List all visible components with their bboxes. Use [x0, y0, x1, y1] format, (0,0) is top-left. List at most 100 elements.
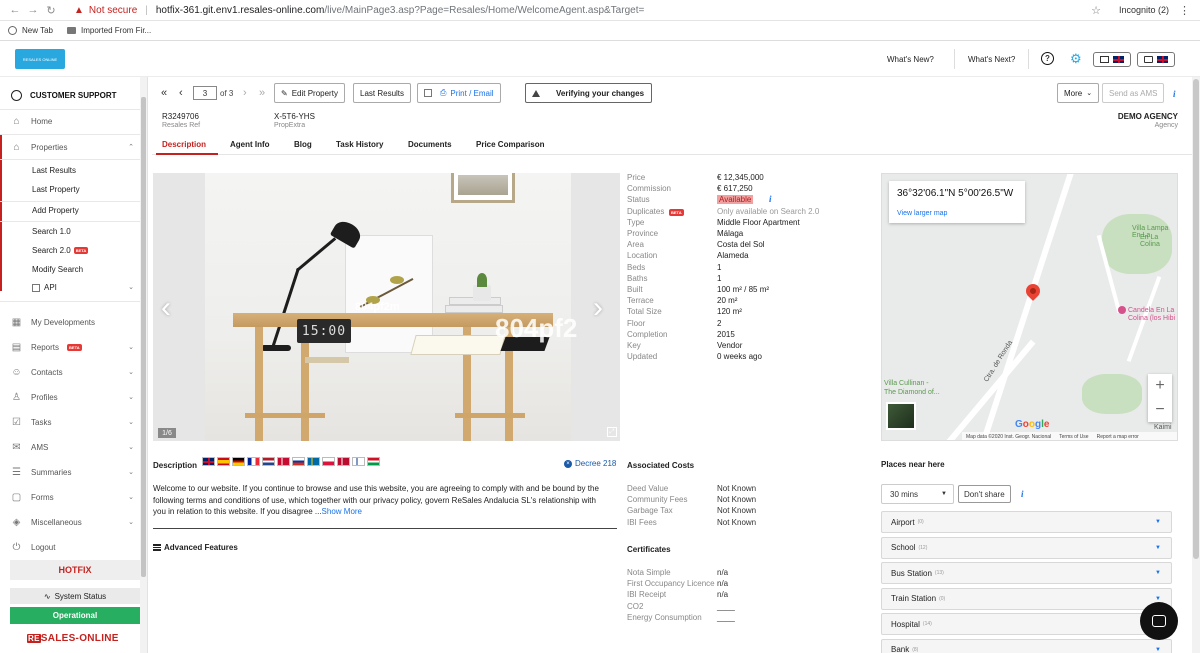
sidebar-sub-api[interactable]: API ⌄	[0, 283, 140, 292]
customer-support[interactable]: CUSTOMER SUPPORT	[11, 90, 117, 101]
sidebar-item-tasks[interactable]: ☑ Tasks ⌄	[0, 417, 140, 428]
location-map[interactable]: 36°32'06.1"N 5°00'26.5"W View larger map…	[881, 173, 1178, 441]
sidebar-item-properties[interactable]: ⌂ Properties ⌃	[0, 142, 140, 153]
more-dropdown[interactable]: More ⌄	[1057, 83, 1100, 103]
flag-ru-icon[interactable]	[292, 457, 305, 466]
first-page-icon[interactable]: «	[161, 87, 167, 99]
sidebar-item-ams[interactable]: ✉ AMS ⌄	[0, 442, 140, 453]
help-icon[interactable]: ?	[1041, 52, 1054, 65]
place-item[interactable]: Train Station (0) ▼	[881, 587, 1172, 610]
gallery-prev-icon[interactable]: ‹	[161, 291, 171, 325]
minutes-select[interactable]: 30 mins ▼	[881, 484, 954, 504]
reload-icon[interactable]: ↻	[44, 3, 58, 17]
flag-fr-icon[interactable]	[247, 457, 260, 466]
photo-gallery[interactable]: 15:00 804pf2m 804pf2 ‹ › 1/6 ⤢	[153, 173, 620, 441]
sidebar-item-home[interactable]: ⌂ Home	[0, 116, 140, 127]
sidebar-item-miscellaneous[interactable]: ◈ Miscellaneous ⌄	[0, 517, 140, 528]
incognito-label[interactable]: Incognito (2)	[1119, 5, 1169, 15]
sidebar-sub-search-1[interactable]: Search 1.0	[0, 227, 140, 236]
flag-se-icon[interactable]	[307, 457, 320, 466]
sidebar-item-contacts[interactable]: ☺ Contacts ⌄	[0, 367, 140, 378]
tab-task-history[interactable]: Task History	[336, 140, 383, 149]
expand-icon[interactable]: ⤢	[607, 427, 617, 437]
site-language-button[interactable]	[1093, 52, 1131, 67]
place-item[interactable]: Bus Station (13) ▼	[881, 562, 1172, 584]
sidebar-item-profiles[interactable]: ♙ Profiles ⌄	[0, 392, 140, 403]
flag-pl-icon[interactable]	[322, 457, 335, 466]
sidebar-item-reports[interactable]: ▤ Reports BETA ⌄	[0, 342, 140, 353]
sidebar-sub-search-2[interactable]: Search 2.0 BETA	[0, 246, 140, 255]
flag-dk-icon[interactable]	[277, 457, 290, 466]
browser-menu-icon[interactable]: ⋮	[1179, 4, 1190, 17]
map-report-link[interactable]: Report a map error	[1097, 434, 1139, 440]
flag-fi-icon[interactable]	[352, 457, 365, 466]
detail-value: 0 weeks ago	[717, 352, 762, 362]
whats-new-link[interactable]: What's New?	[887, 55, 934, 64]
place-item[interactable]: Hospital(14)▼	[881, 613, 1172, 635]
verifying-changes-button[interactable]: Verifying your changes	[525, 83, 652, 103]
last-page-icon[interactable]: »	[259, 87, 265, 99]
flag-es-icon[interactable]	[217, 457, 230, 466]
decree-218-link[interactable]: × Decree 218	[564, 459, 616, 468]
back-icon[interactable]: ←	[8, 3, 22, 17]
tab-blog[interactable]: Blog	[294, 140, 312, 149]
prev-page-icon[interactable]: ‹	[179, 87, 183, 99]
sidebar-sub-last-results[interactable]: Last Results	[0, 166, 140, 175]
sidebar-item-my-developments[interactable]: ▦ My Developments	[0, 317, 140, 328]
page-number-input[interactable]: 3	[193, 86, 217, 100]
satellite-toggle[interactable]	[886, 402, 916, 430]
forward-icon[interactable]: →	[26, 3, 40, 17]
property-photo[interactable]: 15:00 804pf2m 804pf2	[205, 173, 577, 441]
tab-price-comparison[interactable]: Price Comparison	[476, 140, 544, 149]
flag-other-icon[interactable]	[367, 457, 380, 466]
chevron-down-icon: ⌄	[128, 444, 134, 451]
flag-nl-icon[interactable]	[262, 457, 275, 466]
system-status-button[interactable]: ∿ System Status	[10, 588, 140, 604]
show-more-link[interactable]: Show More	[322, 507, 362, 516]
send-as-ams-button[interactable]: Send as AMS	[1102, 83, 1165, 103]
map-terms-link[interactable]: Terms of Use	[1059, 434, 1088, 440]
tab-documents[interactable]: Documents	[408, 140, 452, 149]
gear-icon[interactable]: ⚙	[1070, 51, 1082, 67]
map-label-candela: Candela En La	[1118, 306, 1174, 314]
bookmark-imported[interactable]: Imported From Fir...	[66, 26, 151, 35]
gallery-next-icon[interactable]: ›	[593, 291, 603, 325]
flag-no-icon[interactable]	[337, 457, 350, 466]
sidebar-sub-modify-search[interactable]: Modify Search	[0, 265, 140, 274]
whats-next-link[interactable]: What's Next?	[968, 55, 1015, 64]
edit-property-button[interactable]: ✎ Edit Property	[274, 83, 345, 103]
tab-description[interactable]: Description	[162, 140, 206, 149]
chat-language-button[interactable]	[1137, 52, 1175, 67]
place-item[interactable]: Airport (0) ▼	[881, 511, 1172, 533]
flag-de-icon[interactable]	[232, 457, 245, 466]
sidebar-sub-add-property[interactable]: Add Property	[0, 206, 140, 215]
place-item[interactable]: Bank (8) ▼	[881, 638, 1172, 653]
info-icon[interactable]: i	[769, 194, 772, 204]
chat-launcher-button[interactable]	[1140, 602, 1178, 640]
sidebar-item-forms[interactable]: ▢ Forms ⌄	[0, 492, 140, 503]
bookmark-new-tab[interactable]: New Tab	[8, 26, 53, 35]
main-scrollbar[interactable]	[1192, 77, 1200, 653]
sidebar-sub-last-property[interactable]: Last Property	[0, 185, 140, 194]
zoom-in-icon[interactable]: +	[1148, 374, 1172, 398]
address-bar[interactable]: ▲ Not secure | hotfix-361.git.env1.resal…	[74, 5, 644, 16]
zoom-out-icon[interactable]: −	[1148, 398, 1172, 422]
info-icon[interactable]: i	[1173, 89, 1176, 99]
place-item[interactable]: School (12) ▼	[881, 536, 1172, 559]
view-larger-map-link[interactable]: View larger map	[897, 210, 947, 217]
advanced-features-toggle[interactable]: Advanced Features	[153, 543, 238, 552]
sidebar-item-logout[interactable]: ⏻ Logout	[0, 542, 140, 553]
info-icon[interactable]: i	[1021, 489, 1024, 499]
dont-share-button[interactable]: Don't share	[958, 485, 1011, 503]
print-email-button[interactable]: ⎙ Print / Email	[417, 83, 501, 103]
flag-en-icon[interactable]	[202, 457, 215, 466]
sidebar-item-summaries[interactable]: ☰ Summaries ⌄	[0, 467, 140, 478]
last-results-button[interactable]: Last Results	[353, 83, 412, 103]
app-logo[interactable]: RESALES ONLINE	[15, 49, 65, 69]
bookmark-star-icon[interactable]: ☆	[1091, 4, 1101, 17]
sidebar-scrollbar[interactable]	[140, 77, 147, 653]
detail-label: Floor	[627, 318, 646, 328]
next-page-icon[interactable]: ›	[243, 87, 247, 99]
print-checkbox[interactable]	[424, 89, 432, 97]
tab-agent-info[interactable]: Agent Info	[230, 140, 270, 149]
